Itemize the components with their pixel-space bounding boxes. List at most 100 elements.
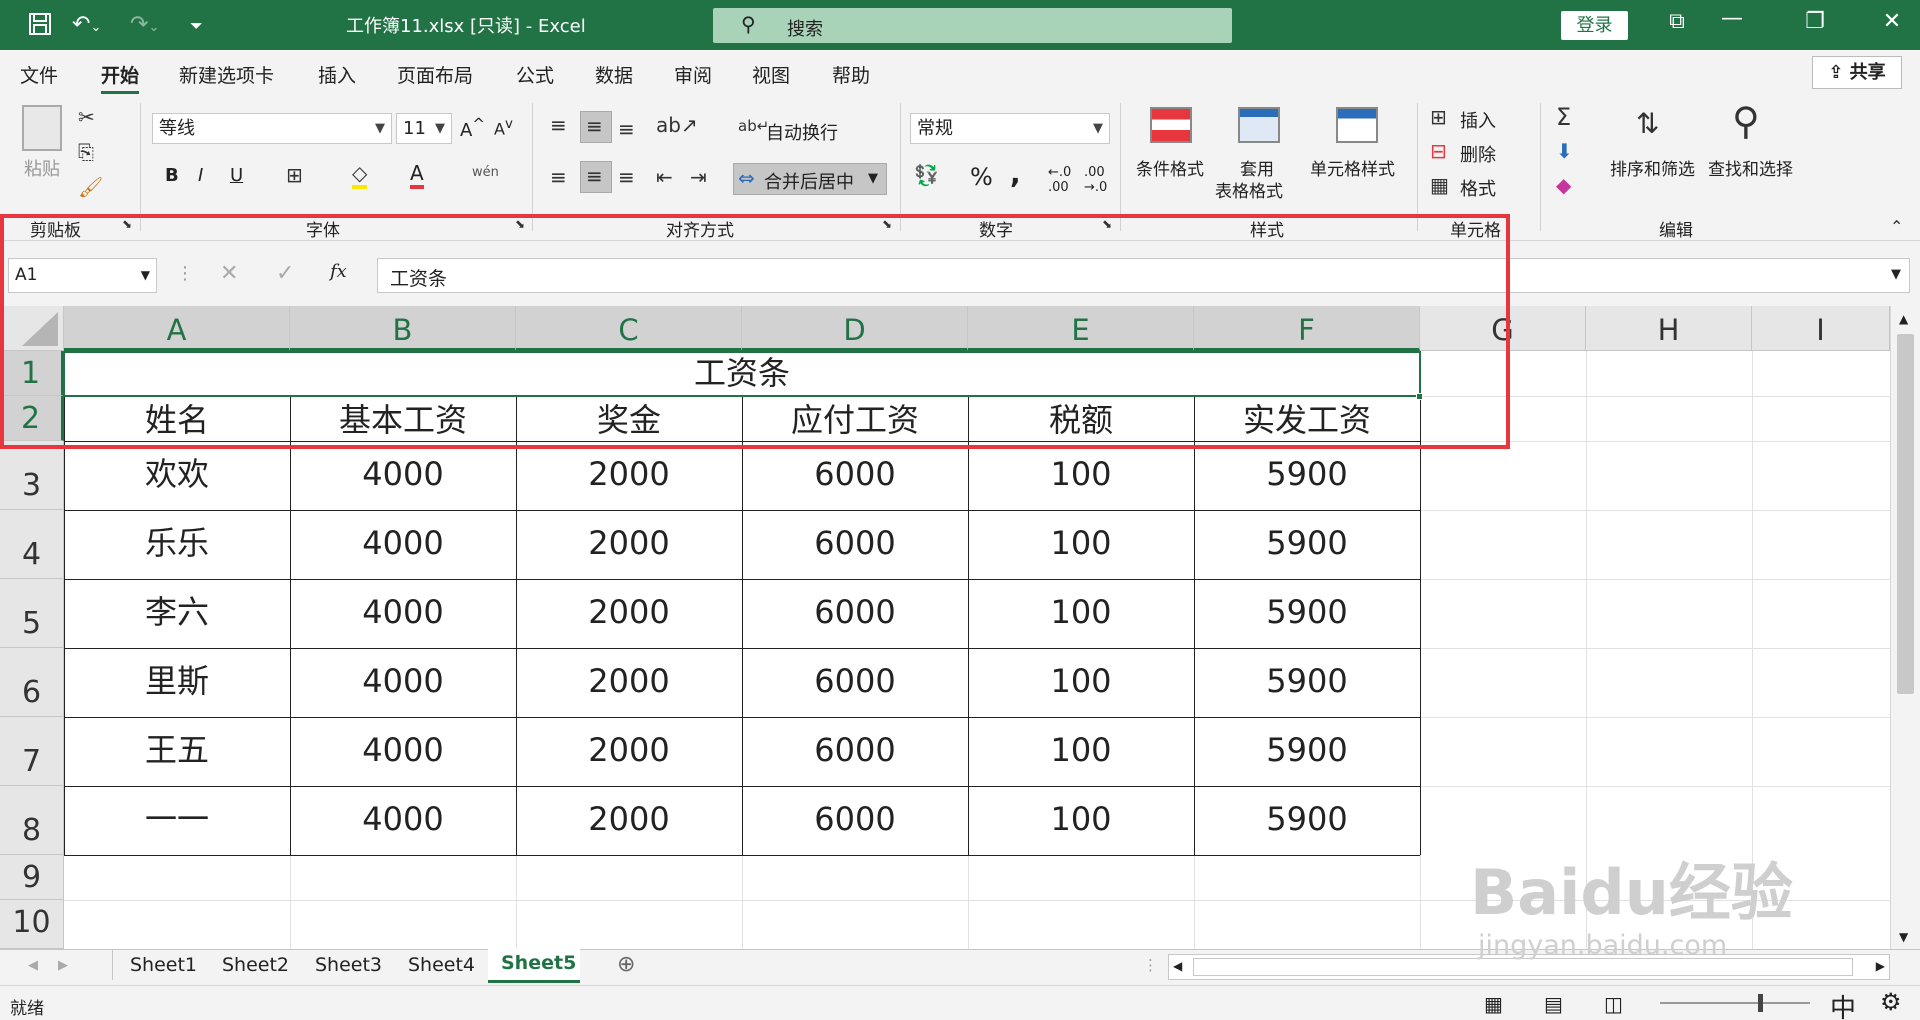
underline-button[interactable]: U [230, 165, 243, 186]
decrease-indent-icon[interactable]: ⇤ [656, 165, 673, 189]
data-cell[interactable]: 里斯 [64, 648, 290, 717]
sheet-tab[interactable]: Sheet4 [408, 954, 475, 976]
data-cell[interactable]: 100 [968, 717, 1194, 786]
tab-page-layout[interactable]: 页面布局 [397, 61, 473, 88]
format-cells-icon[interactable]: ▦ [1430, 173, 1449, 197]
insert-cells-label[interactable]: 插入 [1460, 107, 1496, 133]
fill-icon[interactable]: ⬇ [1556, 139, 1573, 163]
column-header[interactable]: H [1586, 306, 1752, 351]
insert-cells-icon[interactable]: ⊞ [1430, 105, 1447, 129]
tab-new-tab[interactable]: 新建选项卡 [179, 61, 274, 88]
data-cell[interactable]: 一一 [64, 786, 290, 855]
align-middle-button[interactable]: ≡ [580, 111, 612, 143]
row-header[interactable]: 10 [0, 900, 64, 949]
data-cell[interactable]: 4000 [290, 441, 516, 510]
data-cell[interactable]: 2000 [516, 717, 742, 786]
decrease-decimal-icon[interactable]: .00 →.0 [1084, 165, 1107, 195]
scroll-left-icon[interactable]: ◀ [1173, 959, 1182, 973]
row-header[interactable]: 5 [0, 579, 64, 648]
data-cell[interactable]: 6000 [742, 579, 968, 648]
data-cell[interactable]: 欢欢 [64, 441, 290, 510]
scroll-down-icon[interactable]: ▼ [1899, 930, 1908, 944]
tab-file[interactable]: 文件 [20, 61, 58, 88]
font-name-combo[interactable]: 等线 ▼ [152, 113, 392, 144]
tab-formulas[interactable]: 公式 [516, 61, 554, 88]
data-cell[interactable]: 4000 [290, 648, 516, 717]
align-top-icon[interactable]: ≡ [550, 113, 567, 137]
data-cell[interactable]: 6000 [742, 648, 968, 717]
data-cell[interactable]: 2000 [516, 648, 742, 717]
normal-view-icon[interactable]: ▦ [1484, 992, 1503, 1016]
data-cell[interactable]: 100 [968, 510, 1194, 579]
accounting-format-icon[interactable]: 💱 [914, 163, 939, 187]
zoom-slider-thumb[interactable] [1758, 994, 1763, 1012]
restore-icon[interactable]: ❐ [1795, 9, 1835, 34]
increase-decimal-icon[interactable]: ←.0.00 [1048, 165, 1071, 195]
data-cell[interactable]: 5900 [1194, 441, 1420, 510]
collapse-ribbon-icon[interactable]: ⌃ [1890, 217, 1903, 236]
tab-review[interactable]: 审阅 [674, 61, 712, 88]
data-cell[interactable]: 5900 [1194, 510, 1420, 579]
conditional-format-icon[interactable] [1150, 107, 1192, 143]
data-cell[interactable]: 2000 [516, 441, 742, 510]
fill-color-icon[interactable]: ◇ [352, 161, 368, 189]
close-icon[interactable]: ✕ [1872, 9, 1912, 34]
ribbon-display-options-icon[interactable]: ⧉ [1657, 9, 1697, 34]
copy-icon[interactable]: ⎘ [78, 140, 94, 164]
zoom-slider[interactable] [1660, 1002, 1810, 1004]
paste-label[interactable]: 粘贴 [24, 155, 60, 181]
format-as-table-label-2[interactable]: 表格格式 [1215, 177, 1283, 202]
increase-indent-icon[interactable]: ⇥ [690, 165, 707, 189]
cell-styles-icon[interactable] [1336, 107, 1378, 143]
sheet-tab[interactable]: Sheet3 [315, 954, 382, 976]
tab-insert[interactable]: 插入 [318, 61, 356, 88]
data-cell[interactable]: 100 [968, 579, 1194, 648]
border-icon[interactable]: ⊞ [286, 163, 303, 187]
conditional-format-label[interactable]: 条件格式 [1136, 155, 1204, 180]
row-header[interactable]: 4 [0, 510, 64, 579]
scroll-right-icon[interactable]: ▶ [1876, 959, 1885, 973]
data-cell[interactable]: 5900 [1194, 786, 1420, 855]
sheet-tab[interactable]: Sheet2 [222, 954, 289, 976]
font-color-icon[interactable]: A [410, 161, 424, 189]
prev-sheet-icon[interactable]: ◀ [28, 958, 38, 973]
bold-button[interactable]: B [165, 165, 179, 186]
page-break-view-icon[interactable]: ◫ [1604, 992, 1623, 1016]
page-layout-view-icon[interactable]: ▤ [1544, 992, 1563, 1016]
data-cell[interactable]: 6000 [742, 717, 968, 786]
paste-icon[interactable] [22, 105, 62, 151]
clear-icon[interactable]: ◆ [1556, 173, 1571, 197]
data-cell[interactable]: 王五 [64, 717, 290, 786]
align-bottom-icon[interactable]: ≡ [618, 117, 635, 141]
wrap-text-icon[interactable]: ab↵ [738, 117, 769, 135]
row-header[interactable]: 9 [0, 855, 64, 900]
data-cell[interactable]: 5900 [1194, 717, 1420, 786]
increase-font-icon[interactable]: A^ [460, 115, 485, 141]
customize-quick-access-icon[interactable]: ⏷ [190, 16, 203, 36]
tab-data[interactable]: 数据 [595, 61, 633, 88]
comma-button[interactable]: , [1010, 157, 1021, 190]
merge-center-button[interactable]: ⇔ 合并后居中 ▼ [733, 163, 887, 195]
find-select-label[interactable]: 查找和选择 [1708, 155, 1793, 180]
tab-help[interactable]: 帮助 [832, 61, 870, 88]
data-cell[interactable]: 6000 [742, 786, 968, 855]
data-cell[interactable]: 李六 [64, 579, 290, 648]
number-format-combo[interactable]: 常规 ▼ [910, 113, 1110, 144]
data-cell[interactable]: 2000 [516, 510, 742, 579]
undo-icon[interactable]: ↶⌄ [72, 12, 101, 37]
ime-indicator[interactable]: 中 [1830, 988, 1856, 1020]
active-sheet-tab[interactable]: Sheet5 [488, 949, 580, 983]
phonetic-icon[interactable]: wén [472, 165, 499, 180]
align-left-icon[interactable]: ≡ [550, 165, 567, 189]
data-cell[interactable]: 6000 [742, 441, 968, 510]
font-size-combo[interactable]: 11 ▼ [396, 113, 452, 144]
autosum-icon[interactable]: Σ [1556, 103, 1571, 131]
find-select-icon[interactable]: ⚲ [1732, 99, 1760, 143]
format-as-table-icon[interactable] [1238, 107, 1280, 143]
data-cell[interactable]: 100 [968, 786, 1194, 855]
delete-cells-icon[interactable]: ⊟ [1430, 139, 1447, 163]
data-cell[interactable]: 4000 [290, 579, 516, 648]
data-cell[interactable]: 100 [968, 441, 1194, 510]
data-cell[interactable]: 4000 [290, 717, 516, 786]
data-cell[interactable]: 2000 [516, 786, 742, 855]
